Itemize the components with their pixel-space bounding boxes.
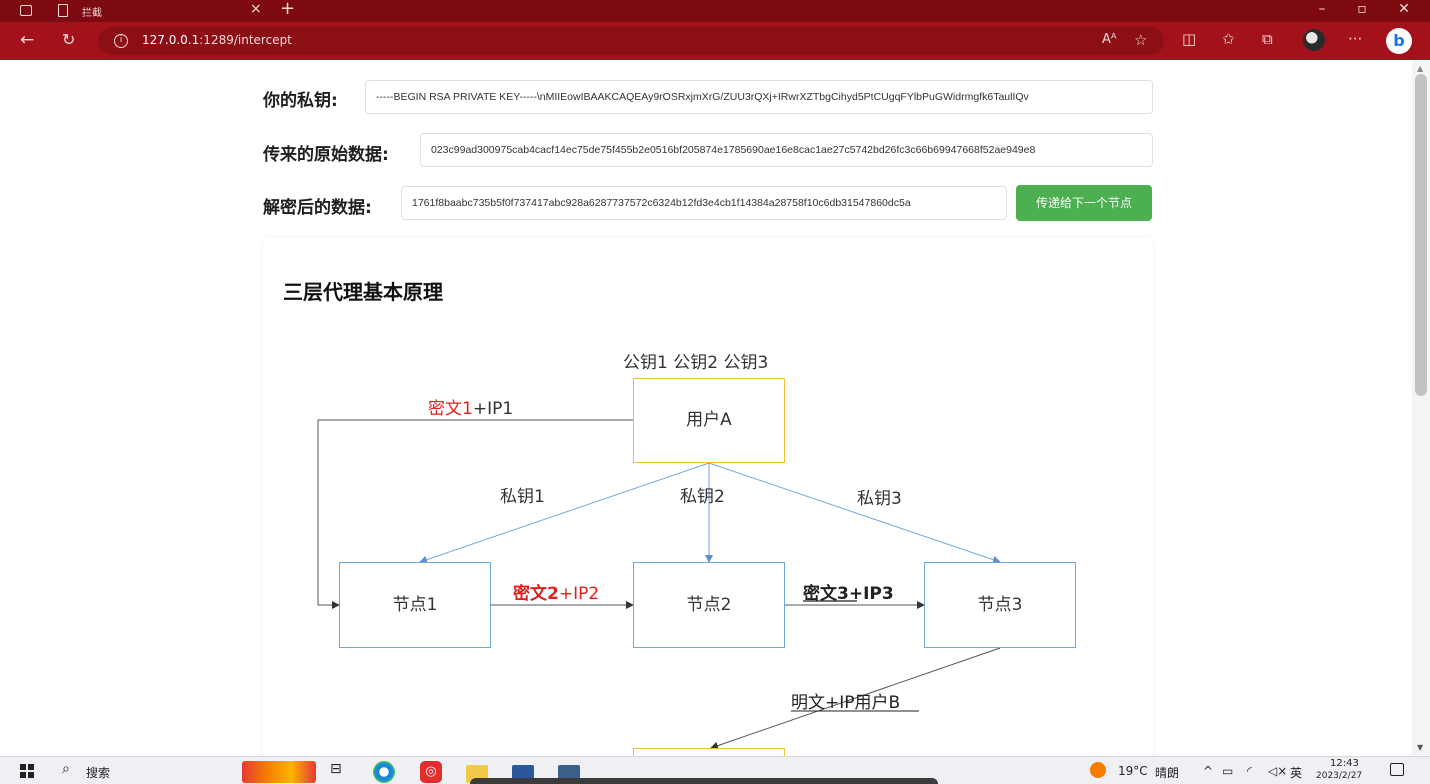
window-menu-icon[interactable]: [20, 5, 32, 16]
cipher3-ip3-label: 密文3+IP3: [803, 579, 894, 604]
principle-card: 三层代理基本原理 公钥1 公钥2 公钥3 用户A 密文1+IP1 私钥1 私钥2…: [263, 238, 1153, 756]
url-text[interactable]: 127.0.0.1:1289/intercept: [142, 33, 292, 47]
public-keys-label: 公钥1 公钥2 公钥3: [623, 353, 769, 373]
volume-icon[interactable]: ◁×: [1268, 764, 1287, 778]
cipher1-ip1-label: 密文1+IP1: [428, 394, 513, 419]
browser-tab[interactable]: 拦截 ×: [46, 0, 272, 22]
collections-icon[interactable]: ⧉: [1262, 30, 1273, 48]
plaintext-label: 明文+IP用户B: [791, 693, 901, 713]
netease-music-icon[interactable]: ◎: [420, 761, 442, 783]
scroll-thumb[interactable]: [1415, 74, 1427, 396]
ip3-text: +IP3: [848, 584, 894, 604]
favorites-icon[interactable]: ✩: [1222, 30, 1235, 48]
cipher3-text: 密文3: [803, 584, 849, 604]
ip1-text: +IP1: [472, 399, 514, 419]
vertical-scrollbar[interactable]: ▲ ▼: [1412, 60, 1430, 756]
url-bar[interactable]: i 127.0.0.1:1289/intercept Aᴬ ☆: [98, 27, 1164, 55]
ime-indicator[interactable]: 英: [1290, 764, 1302, 781]
user-a-label: 用户A: [686, 410, 732, 430]
private-key3-label: 私钥3: [857, 489, 902, 509]
cipher2-ip2-label: 密文2+IP2: [513, 579, 599, 604]
decrypted-label: 解密后的数据:: [263, 198, 372, 218]
raw-data-label: 传来的原始数据:: [263, 145, 389, 165]
cipher1-text: 密文1: [428, 399, 473, 419]
private-key3-line: [708, 462, 1001, 564]
profile-avatar-icon[interactable]: [1303, 29, 1325, 51]
decrypted-data-input[interactable]: 1761f8baabc735b5f0f737417abc928a62877375…: [401, 186, 1007, 220]
minimize-button[interactable]: –: [1304, 0, 1340, 22]
private-key-label: 你的私钥:: [263, 91, 338, 111]
scroll-up-icon[interactable]: ▲: [1417, 64, 1423, 73]
taskbar-search-label[interactable]: 搜索: [86, 764, 110, 781]
close-window-button[interactable]: ✕: [1386, 0, 1422, 22]
notification-icon[interactable]: [1390, 763, 1404, 776]
node2-label: 节点2: [686, 595, 732, 615]
weather-temp[interactable]: 19°C: [1118, 764, 1148, 778]
raw-data-input[interactable]: 023c99ad300975cab4cacf14ec75de75f455b2e0…: [420, 133, 1153, 167]
node1-box: 节点1: [339, 562, 491, 648]
title-bar: 拦截 × + – ▫ ✕: [0, 0, 1430, 22]
private-key-input[interactable]: -----BEGIN RSA PRIVATE KEY-----\nMIIEowI…: [365, 80, 1153, 114]
url-host: 127.0.0.1: [142, 33, 200, 47]
page-content: 你的私钥: -----BEGIN RSA PRIVATE KEY-----\nM…: [0, 60, 1412, 756]
pass-to-next-node-button[interactable]: 传递给下一个节点: [1016, 185, 1152, 221]
add-favorite-icon[interactable]: ☆: [1134, 31, 1147, 49]
weather-text[interactable]: 晴朗: [1155, 764, 1179, 781]
tab-title: 拦截: [82, 8, 102, 19]
search-icon[interactable]: ⌕: [62, 761, 70, 777]
refresh-icon[interactable]: ↻: [62, 30, 75, 49]
restore-button[interactable]: ▫: [1344, 0, 1380, 22]
user-b-box: [633, 748, 785, 756]
private-key1-line: [419, 462, 710, 564]
site-info-icon[interactable]: i: [114, 34, 128, 48]
back-arrow-icon[interactable]: ←: [20, 30, 34, 50]
ip2-text: +IP2: [558, 584, 600, 604]
tray-chevron-icon[interactable]: ^: [1203, 764, 1213, 778]
node3-box: 节点3: [924, 562, 1076, 648]
node3-label: 节点3: [977, 595, 1023, 615]
private-key1-label: 私钥1: [500, 487, 545, 507]
more-menu-icon[interactable]: ···: [1348, 30, 1362, 48]
clock-date[interactable]: 2023/2/27: [1316, 771, 1362, 781]
node1-label: 节点1: [392, 595, 438, 615]
weather-icon[interactable]: [1090, 762, 1106, 778]
new-tab-icon[interactable]: +: [280, 0, 295, 19]
bing-chat-icon[interactable]: b: [1386, 28, 1412, 54]
read-aloud-icon[interactable]: Aᴬ: [1102, 32, 1117, 47]
news-widget-icon[interactable]: [242, 761, 316, 783]
split-screen-icon[interactable]: ◫: [1182, 30, 1196, 48]
page-icon: [58, 4, 68, 17]
url-path: :1289/intercept: [199, 33, 292, 47]
close-tab-icon[interactable]: ×: [250, 1, 262, 17]
clock-time[interactable]: 12:43: [1330, 758, 1359, 769]
private-key2-label: 私钥2: [680, 487, 725, 507]
node2-box: 节点2: [633, 562, 785, 648]
cipher2-text: 密文2: [513, 584, 559, 604]
address-bar-row: ← ↻ i 127.0.0.1:1289/intercept Aᴬ ☆ ◫ ✩ …: [0, 22, 1430, 60]
scroll-down-icon[interactable]: ▼: [1417, 743, 1423, 752]
overlay-bar: [470, 778, 938, 784]
network-icon[interactable]: ▭: [1222, 764, 1233, 778]
wifi-icon[interactable]: ◜: [1247, 764, 1252, 778]
task-view-icon[interactable]: ⊟: [330, 761, 342, 783]
windows-start-icon[interactable]: [20, 764, 34, 778]
user-a-box: 用户A: [633, 378, 785, 463]
edge-browser-icon[interactable]: [373, 761, 395, 783]
